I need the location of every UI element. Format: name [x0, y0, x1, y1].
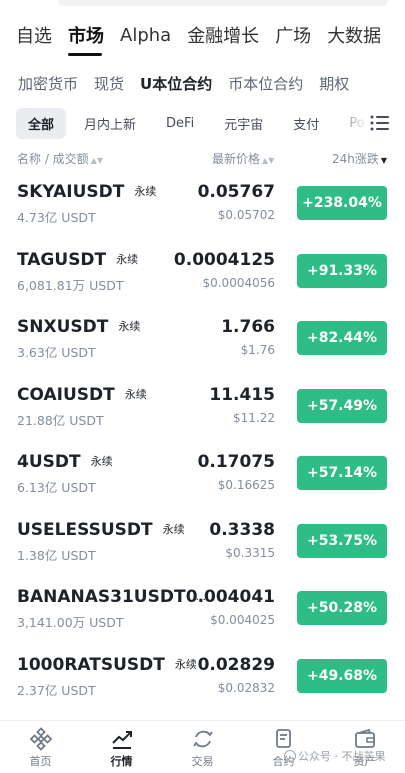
- sort-desc-icon: ▼: [380, 156, 387, 165]
- market-row[interactable]: 1000RATSUSDT 永续 2.37亿 USDT 0.02829 $0.028…: [0, 645, 405, 713]
- last-price: 1.766: [221, 317, 275, 337]
- markets-icon: [111, 731, 132, 749]
- chip-new-this-month[interactable]: 月内上新: [72, 108, 148, 139]
- tab-big-data[interactable]: 大数据: [311, 22, 381, 48]
- symbol: COAIUSDT: [17, 384, 115, 405]
- change-badge[interactable]: +53.75%: [297, 523, 387, 558]
- chip-all[interactable]: 全部: [16, 107, 67, 139]
- last-price: 0.004041: [185, 587, 275, 607]
- subtab-crypto[interactable]: 加密货币: [0, 73, 78, 94]
- tab-alpha[interactable]: Alpha: [104, 25, 171, 46]
- perpetual-tag: 永续: [174, 657, 197, 671]
- change-badge[interactable]: +57.14%: [297, 456, 387, 490]
- symbol: 4USDT: [17, 452, 81, 472]
- volume: 3,141.00万 USDT: [17, 615, 124, 630]
- market-row[interactable]: SNXUSDT 永续 3.63亿 USDT 1.766 $1.76 +82.44%: [0, 307, 405, 375]
- usd-price: $11.22: [233, 410, 275, 425]
- volume: 21.88亿 USDT: [17, 412, 104, 428]
- tab-market[interactable]: 市场: [52, 22, 104, 56]
- volume: 2.37亿 USDT: [17, 682, 96, 698]
- nav-futures[interactable]: 合约: [243, 721, 324, 773]
- last-price: 0.17075: [197, 452, 275, 472]
- trade-icon: [192, 730, 213, 748]
- list-menu-icon[interactable]: [369, 112, 391, 134]
- change-badge[interactable]: +49.68%: [297, 658, 387, 693]
- market-row[interactable]: 4USDT 永续 6.13亿 USDT 0.17075 $0.16625 +57.…: [0, 442, 405, 510]
- change-badge[interactable]: +238.04%: [297, 186, 387, 220]
- nav-label: 交易: [191, 755, 214, 768]
- change-badge[interactable]: +57.49%: [297, 388, 387, 423]
- usd-price: $0.16625: [217, 478, 275, 492]
- usd-price: $0.05702: [217, 208, 275, 222]
- usd-price: $0.004025: [210, 613, 275, 627]
- market-row[interactable]: SKYAIUSDT 永续 4.73亿 USDT 0.05767 $0.05702 …: [0, 172, 405, 240]
- filter-chips: 全部 月内上新 DeFi 元宇宙 支付 Po: [0, 107, 405, 139]
- sub-tabs: 加密货币 现货 U本位合约 币本位合约 期权: [0, 70, 405, 96]
- volume: 1.38亿 USDT: [17, 547, 96, 563]
- volume: 6,081.81万 USDT: [17, 277, 124, 293]
- watermark: 公众号 · 不战芒果: [284, 748, 386, 764]
- change-badge[interactable]: +50.28%: [297, 591, 387, 625]
- market-list: SKYAIUSDT 永续 4.73亿 USDT 0.05767 $0.05702 …: [0, 172, 405, 712]
- last-price: 0.0004125: [173, 249, 275, 270]
- symbol: BANANAS31USDT: [17, 587, 186, 607]
- symbol: 1000RATSUSDT: [17, 654, 165, 675]
- bottom-nav: 首页 行情 交易 合约 资产: [0, 720, 405, 773]
- top-search-strip: [58, 0, 388, 6]
- subtab-spot[interactable]: 现货: [78, 73, 124, 94]
- symbol: SKYAIUSDT: [17, 182, 125, 202]
- nav-assets[interactable]: 资产: [324, 721, 405, 773]
- chip-fade: [329, 108, 369, 138]
- chip-metaverse[interactable]: 元宇宙: [212, 108, 275, 139]
- volume: 6.13亿 USDT: [17, 480, 96, 495]
- nav-trade[interactable]: 交易: [162, 721, 243, 773]
- volume: 3.63亿 USDT: [17, 345, 96, 360]
- sort-by-change[interactable]: 24h涨跌 ▼: [332, 150, 387, 167]
- market-row[interactable]: TAGUSDT 永续 6,081.81万 USDT 0.0004125 $0.00…: [0, 240, 405, 308]
- tab-watchlist[interactable]: 自选: [0, 22, 52, 48]
- symbol: TAGUSDT: [17, 249, 107, 270]
- tab-square[interactable]: 广场: [259, 22, 311, 48]
- change-badge[interactable]: +82.44%: [297, 321, 387, 355]
- usd-price: $0.3315: [225, 545, 275, 560]
- sort-by-price[interactable]: 最新价格 ▲▼: [212, 150, 274, 167]
- home-icon: [29, 727, 52, 751]
- market-row[interactable]: USELESSUSDT 永续 1.38亿 USDT 0.3338 $0.3315 …: [0, 510, 405, 578]
- market-row[interactable]: COAIUSDT 永续 21.88亿 USDT 11.415 $11.22 +57…: [0, 375, 405, 443]
- perpetual-tag: 永续: [118, 320, 141, 333]
- sort-icon: ▲▼: [90, 156, 103, 165]
- top-tabs: 自选 市场 Alpha 金融增长 广场 大数据: [0, 18, 405, 56]
- change-badge[interactable]: +91.33%: [297, 253, 387, 288]
- subtab-coinm-futures[interactable]: 币本位合约: [212, 73, 303, 94]
- wechat-official-icon: [284, 750, 296, 762]
- subtab-usdm-futures[interactable]: U本位合约: [124, 73, 212, 94]
- sort-by-name-volume[interactable]: 名称 / 成交额 ▲▼: [17, 150, 103, 167]
- sort-icon: ▲▼: [262, 156, 275, 165]
- perpetual-tag: 永续: [162, 522, 185, 536]
- chip-defi[interactable]: DeFi: [154, 110, 206, 137]
- market-row[interactable]: BANANAS31USDT... 3,141.00万 USDT 0.004041…: [0, 577, 405, 645]
- perpetual-tag: 永续: [116, 252, 139, 266]
- column-header: 名称 / 成交额 ▲▼ 最新价格 ▲▼ 24h涨跌 ▼: [0, 150, 405, 168]
- nav-label: 行情: [110, 755, 133, 768]
- symbol: SNXUSDT: [17, 317, 109, 337]
- usd-price: $0.0004056: [202, 275, 275, 290]
- perpetual-tag: 永续: [134, 185, 157, 198]
- last-price: 0.05767: [197, 182, 275, 202]
- tab-finance-growth[interactable]: 金融增长: [171, 22, 259, 48]
- perpetual-tag: 永续: [90, 455, 113, 468]
- nav-label: 首页: [29, 755, 52, 768]
- last-price: 11.415: [209, 384, 275, 405]
- nav-home[interactable]: 首页: [0, 721, 81, 773]
- perpetual-tag: 永续: [124, 387, 147, 401]
- symbol: USELESSUSDT: [17, 519, 153, 540]
- last-price: 0.02829: [197, 654, 275, 675]
- last-price: 0.3338: [209, 519, 275, 540]
- nav-markets[interactable]: 行情: [81, 721, 162, 773]
- volume: 4.73亿 USDT: [17, 210, 96, 225]
- usd-price: $1.76: [240, 343, 275, 357]
- chip-payment[interactable]: 支付: [281, 108, 331, 139]
- usd-price: $0.02832: [217, 680, 275, 695]
- subtab-options[interactable]: 期权: [303, 73, 349, 94]
